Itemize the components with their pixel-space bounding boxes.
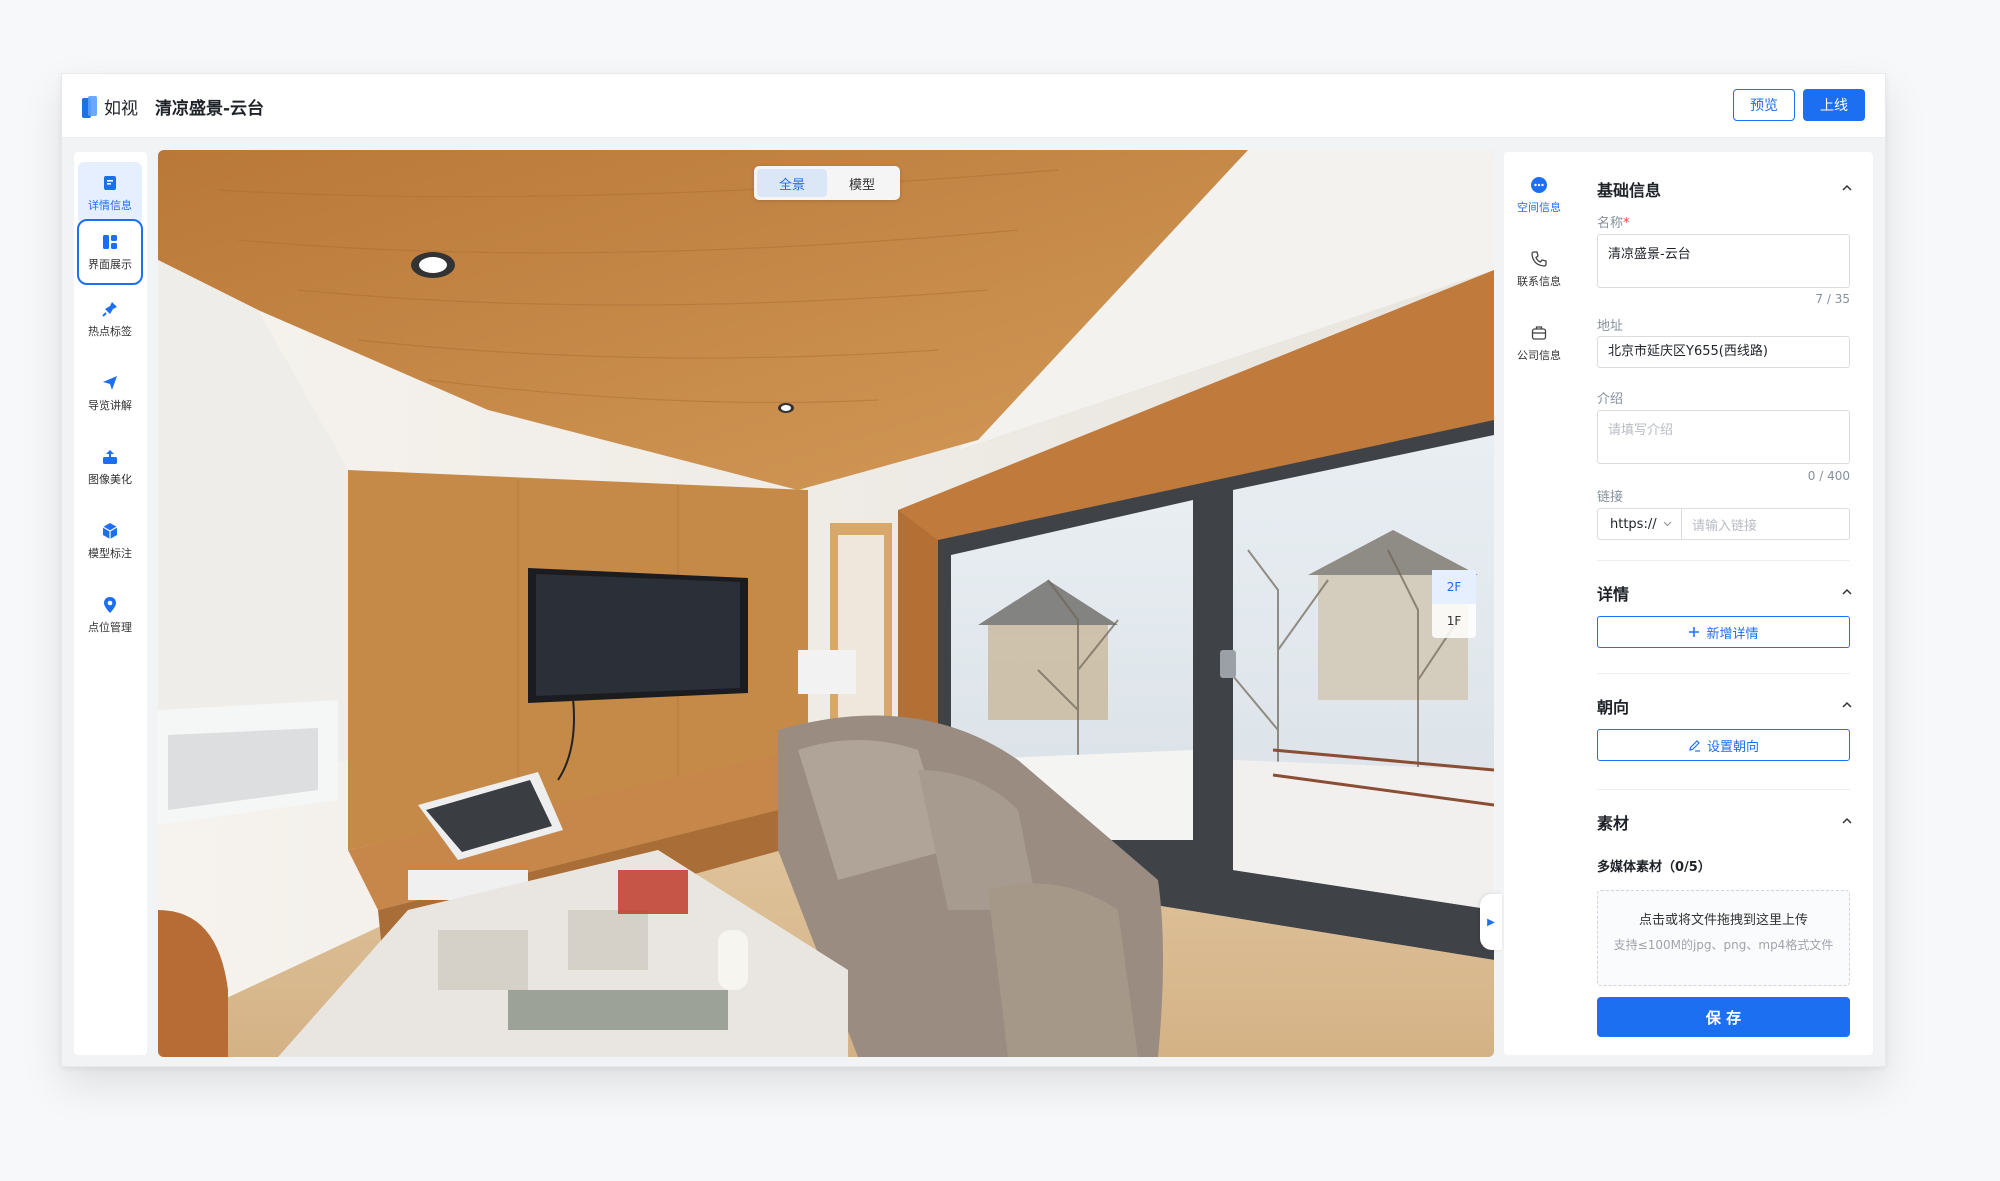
document-icon	[104, 175, 116, 190]
floor-2f-button[interactable]: 2F	[1432, 570, 1476, 604]
address-label: 地址	[1597, 319, 1624, 334]
layout-icon	[103, 234, 117, 249]
left-sidebar: 详情信息 界面展示 热点标签 导览讲解 图像美化 模型标注 点位管理	[74, 152, 147, 1055]
save-button[interactable]: 保 存	[1597, 997, 1850, 1037]
tab-panorama[interactable]: 全景	[757, 169, 827, 197]
nav-label: 联系信息	[1517, 274, 1561, 288]
divider	[1597, 789, 1850, 790]
nav-item-interface[interactable]: 界面展示	[77, 219, 143, 285]
settings-panel: 基础信息 名称* 清凉盛景-云台 7 / 35 地址 北京市延庆区Y655(西线…	[1574, 152, 1873, 1055]
set-orientation-label: 设置朝向	[1706, 739, 1759, 755]
nav-item-details[interactable]: 详情信息	[78, 162, 142, 224]
divider	[1597, 673, 1850, 674]
chat-icon	[1531, 176, 1547, 193]
page-title: 清凉盛景-云台	[155, 99, 265, 119]
address-input[interactable]: 北京市延庆区Y655(西线路)	[1597, 336, 1850, 368]
right-sidebar: 空间信息 联系信息 公司信息	[1504, 152, 1575, 1055]
name-label-text: 名称	[1597, 216, 1624, 231]
caret-right-icon: ▶	[1487, 916, 1495, 928]
tab-model[interactable]: 模型	[827, 169, 897, 197]
intro-textarea[interactable]: 请填写介绍	[1597, 410, 1850, 464]
name-label: 名称*	[1597, 212, 1630, 231]
upload-hint-text: 支持≤100M的jpg、png、mp4格式文件	[1613, 938, 1834, 952]
logo-text: 如视	[104, 99, 138, 119]
logo-icon	[82, 95, 98, 118]
link-input-group: https:// 请输入链接	[1597, 508, 1850, 540]
add-detail-label: 新增详情	[1706, 626, 1759, 642]
nav-label: 空间信息	[1517, 200, 1561, 214]
nav-label: 界面展示	[88, 257, 132, 271]
link-label: 链接	[1597, 490, 1624, 505]
nav-item-annotation[interactable]: 模型标注	[78, 510, 142, 572]
section-title-orientation: 朝向	[1597, 698, 1630, 717]
nav-item-beautify[interactable]: 图像美化	[78, 436, 142, 498]
set-orientation-button[interactable]: 设置朝向	[1597, 729, 1850, 761]
nav-item-hotspots[interactable]: 热点标签	[78, 288, 142, 350]
divider	[1597, 560, 1850, 561]
nav-item-points[interactable]: 点位管理	[78, 584, 142, 646]
nav-label: 导览讲解	[88, 398, 132, 412]
nav-item-space-info[interactable]: 空间信息	[1504, 164, 1574, 226]
multimedia-label: 多媒体素材（0/5）	[1597, 860, 1711, 875]
intro-label: 介绍	[1597, 392, 1624, 407]
nav-label: 模型标注	[88, 546, 132, 560]
chevron-up-icon[interactable]	[1842, 816, 1852, 826]
nav-label: 详情信息	[88, 198, 132, 212]
app-window: 如视 清凉盛景-云台 预览 上线 详情信息 界面展示 热点标签 导览讲解 图像美…	[61, 73, 1886, 1067]
panorama-viewer[interactable]: 全景 模型 2F 1F	[158, 150, 1494, 1057]
nav-label: 热点标签	[88, 324, 132, 338]
section-title-basic: 基础信息	[1597, 181, 1662, 200]
name-input[interactable]: 清凉盛景-云台	[1597, 234, 1850, 288]
chevron-up-icon[interactable]	[1842, 587, 1852, 597]
briefcase-icon	[1531, 325, 1547, 340]
section-title-materials: 素材	[1597, 814, 1630, 833]
upload-main-text: 点击或将文件拖拽到这里上传	[1638, 913, 1808, 928]
chevron-up-icon[interactable]	[1842, 183, 1852, 193]
floor-1f-button[interactable]: 1F	[1432, 604, 1476, 638]
image-upload-icon	[103, 449, 117, 464]
nav-item-company-info[interactable]: 公司信息	[1504, 312, 1574, 374]
nav-label: 图像美化	[88, 472, 132, 486]
intro-counter: 0 / 400	[1807, 469, 1850, 483]
location-icon	[104, 596, 116, 613]
nav-label: 点位管理	[88, 620, 132, 634]
floor-switcher: 2F 1F	[1432, 570, 1476, 638]
section-title-details: 详情	[1597, 585, 1630, 604]
plus-icon	[1689, 627, 1700, 637]
send-icon	[103, 375, 117, 390]
nav-label: 公司信息	[1517, 348, 1561, 362]
name-counter: 7 / 35	[1815, 292, 1850, 306]
required-mark: *	[1623, 216, 1630, 231]
nav-item-tour[interactable]: 导览讲解	[78, 362, 142, 424]
protocol-value: https://	[1610, 516, 1657, 532]
collapse-panel-button[interactable]: ▶	[1480, 894, 1502, 950]
chevron-up-icon[interactable]	[1842, 700, 1852, 710]
nav-item-contact-info[interactable]: 联系信息	[1504, 238, 1574, 300]
chevron-down-icon	[1663, 521, 1672, 527]
publish-button[interactable]: 上线	[1803, 89, 1865, 121]
top-bar: 如视 清凉盛景-云台 预览 上线	[62, 74, 1885, 138]
edit-icon	[1689, 739, 1700, 752]
pin-icon	[102, 301, 117, 317]
add-detail-button[interactable]: 新增详情	[1597, 616, 1850, 648]
upload-dropzone[interactable]: 点击或将文件拖拽到这里上传 支持≤100M的jpg、png、mp4格式文件	[1597, 890, 1850, 986]
panorama-scene	[158, 150, 1494, 1057]
protocol-select[interactable]: https://	[1598, 509, 1682, 539]
cube-icon	[102, 522, 118, 539]
phone-icon	[1531, 250, 1547, 267]
link-input[interactable]: 请输入链接	[1682, 509, 1849, 539]
view-mode-toggle: 全景 模型	[754, 166, 900, 200]
preview-button[interactable]: 预览	[1733, 89, 1795, 121]
app-logo[interactable]: 如视	[82, 94, 138, 119]
